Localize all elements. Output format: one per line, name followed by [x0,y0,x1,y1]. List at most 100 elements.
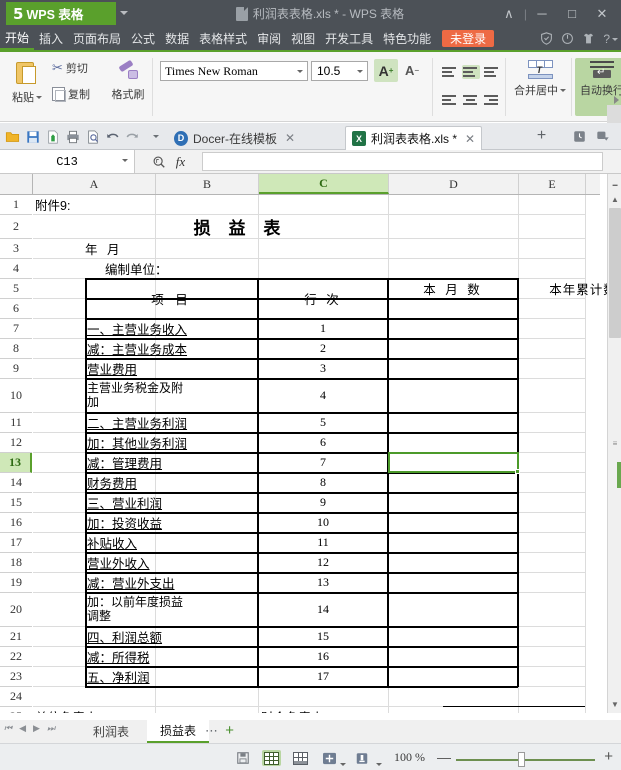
prev-sheet-icon[interactable]: ◀ [19,723,26,734]
save-icon[interactable] [24,128,41,145]
merge-center-button[interactable]: T 合并居中 [511,58,569,98]
export-pdf-icon[interactable] [44,128,61,145]
cell-B22[interactable]: 16 [259,647,387,666]
cell-B13[interactable]: 7 [259,453,387,472]
cell-B8[interactable]: 2 [259,339,387,358]
wps-logo[interactable]: 5 WPS 表格 [6,2,116,25]
column-header-a[interactable]: A [33,174,156,194]
cell-A12[interactable]: 加：其他业务利润 [87,433,255,452]
row-header-7[interactable]: 7 [0,319,32,339]
cell-B19[interactable]: 13 [259,573,387,592]
first-sheet-icon[interactable]: ⏮ [4,723,12,734]
menu-item-data[interactable]: 数据 [160,27,194,50]
next-sheet-icon[interactable]: ▶ [33,723,40,734]
cell-A9[interactable]: 营业费用 [87,359,255,378]
row-header-8[interactable]: 8 [0,339,32,359]
row-header-21[interactable]: 21 [0,627,32,647]
cell-A1[interactable]: 附件9: [35,195,155,214]
menu-item-dev-tools[interactable]: 开发工具 [320,27,378,50]
close-icon[interactable]: ✕ [587,0,617,27]
cell-A20-line2[interactable]: 调整 [87,608,255,623]
menu-item-start[interactable]: 开始 [0,27,35,50]
collapse-ribbon-icon[interactable]: ∧ [494,0,524,27]
menu-item-special-features[interactable]: 特色功能 [378,27,436,50]
copy-button[interactable]: 复制 [52,86,90,102]
row-header-1[interactable]: 1 [0,195,32,215]
fx-icon[interactable]: fx [176,154,185,170]
cell-B16[interactable]: 10 [259,513,387,532]
cell-A25[interactable]: 单位负责人： [35,707,195,713]
font-size-input[interactable]: 10.5 [311,61,368,81]
row-header-25[interactable]: 25 [0,707,32,713]
cell-A15[interactable]: 三、营业利润 [87,493,255,512]
cell-B21[interactable]: 15 [259,627,387,646]
font-size-caret-icon[interactable] [357,70,363,73]
shirt-icon[interactable] [582,32,595,45]
align-top-button[interactable] [441,65,459,79]
row-header-6[interactable]: 6 [0,299,32,319]
name-box-caret-icon[interactable] [122,159,128,162]
cell-B12[interactable]: 6 [259,433,387,452]
align-center-button[interactable] [462,93,480,107]
last-sheet-icon[interactable]: ⏭ [47,723,55,734]
print-icon[interactable] [64,128,81,145]
logo-dropdown-caret-icon[interactable] [120,11,128,15]
row-header-10[interactable]: 10 [0,379,32,413]
vertical-scroll-thumb[interactable] [609,208,621,338]
cell-A5-header-item[interactable]: 项 目 [86,279,257,318]
cell-A8[interactable]: 减：主营业务成本 [87,339,255,358]
row-header-24[interactable]: 24 [0,687,32,707]
minimize-icon[interactable]: ─ [527,0,557,27]
cell-B10[interactable]: 4 [259,380,387,411]
row-header-20[interactable]: 20 [0,593,32,627]
doc-tab-active-workbook[interactable]: X 利润表表格.xls * ✕ [345,126,483,150]
row-header-2[interactable]: 2 [0,215,32,239]
cell-A21[interactable]: 四、利润总额 [87,627,255,646]
print-preview-icon[interactable] [84,128,101,145]
cell-A2-title[interactable]: 损 益 表 [85,215,395,238]
align-left-button[interactable] [441,93,459,107]
row-header-17[interactable]: 17 [0,533,32,553]
page-break-preview-icon[interactable] [320,750,339,766]
tab-menu-icon[interactable] [594,128,611,145]
sheet-more-icon[interactable]: ⋯ [205,723,218,739]
row-header-23[interactable]: 23 [0,667,32,687]
cell-A17[interactable]: 补贴收入 [87,533,255,552]
cell-A11[interactable]: 二、主营业务利润 [87,413,255,432]
ribbon-expand-icon[interactable] [614,96,619,104]
login-button[interactable]: 未登录 [442,30,495,47]
font-name-caret-icon[interactable] [297,70,303,73]
zoom-icon[interactable] [152,155,166,169]
menu-item-view[interactable]: 视图 [286,27,320,50]
cell-A20-line1[interactable]: 加：以前年度损益 [87,594,255,609]
row-header-13[interactable]: 13 [0,453,32,473]
scroll-split-icon[interactable]: ━ [608,178,621,192]
sheet-tab-lirunbiao[interactable]: 利润表 [80,720,142,743]
cell-A22[interactable]: 减：所得税 [87,647,255,666]
cell-B23[interactable]: 17 [259,667,387,686]
undo-icon[interactable] [104,128,121,145]
menu-item-formula[interactable]: 公式 [126,27,160,50]
doc-tab-docer[interactable]: D Docer-在线模板 ✕ [168,126,301,150]
row-header-19[interactable]: 19 [0,573,32,593]
decrease-font-size-button[interactable]: A − [400,59,424,82]
cell-B17[interactable]: 11 [259,533,387,552]
row-header-3[interactable]: 3 [0,239,32,259]
scroll-down-icon[interactable]: ▼ [608,697,621,711]
row-header-5[interactable]: 5 [0,279,32,299]
sheet-tab-sunyibiao[interactable]: 损益表 [147,720,210,743]
formula-input[interactable] [202,152,603,171]
cell-B9[interactable]: 3 [259,359,387,378]
font-name-input[interactable]: Times New Roman [160,61,308,81]
cell-B14[interactable]: 8 [259,473,387,492]
new-tab-button[interactable]: + [533,127,550,144]
fill-handle[interactable] [515,469,520,474]
close-tab-icon[interactable]: ✕ [465,132,475,146]
increase-font-size-button[interactable]: A + [374,59,398,82]
cell-area[interactable]: 附件9: 损 益 表 年 月 编制单位： 项 目 行 次 本 月 数 本年累计数… [33,195,616,713]
cut-button[interactable]: ✂ 剪切 [52,60,88,76]
menu-item-review[interactable]: 审阅 [252,27,286,50]
add-sheet-icon[interactable]: + [225,722,234,739]
menu-item-table-style[interactable]: 表格样式 [194,27,252,50]
cell-A4[interactable]: 编制单位： [105,259,255,278]
